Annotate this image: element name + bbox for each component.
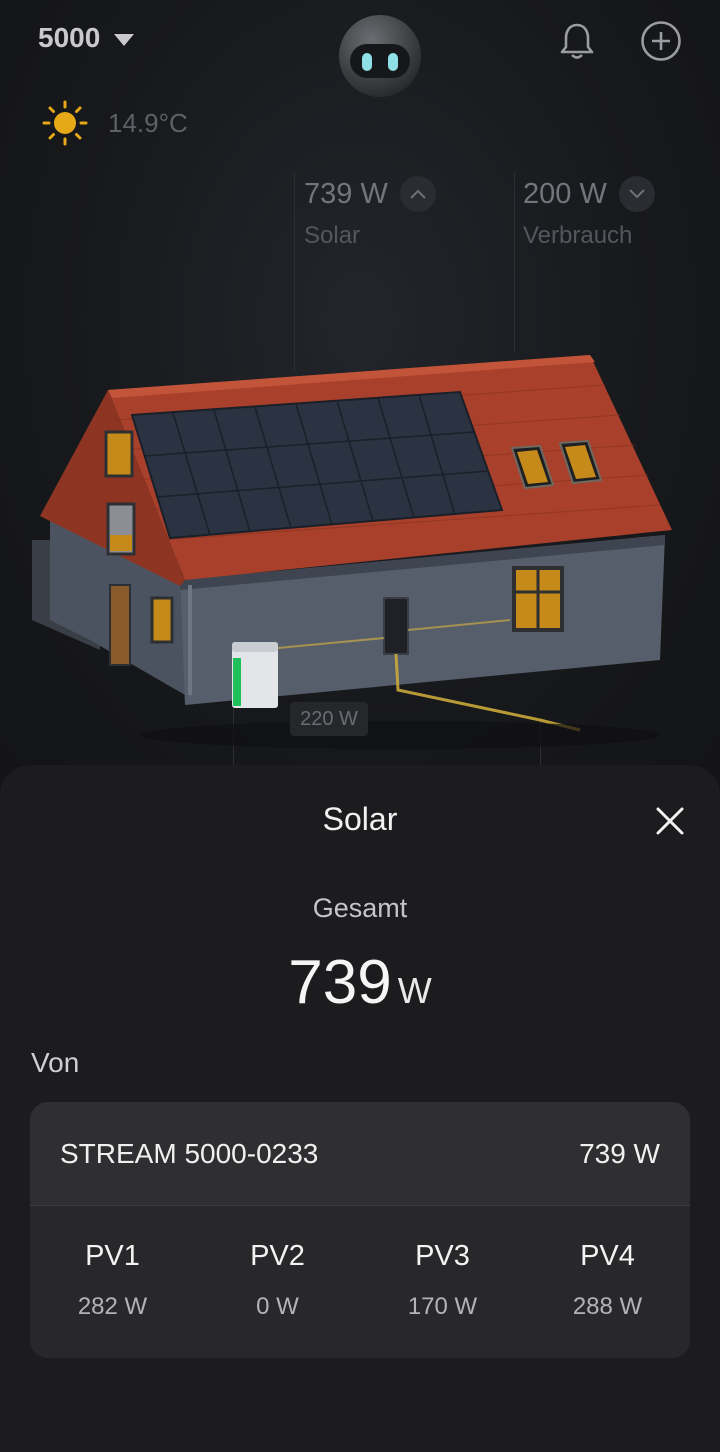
chevron-down-icon — [618, 176, 655, 212]
device-selector[interactable]: 5000 — [38, 22, 135, 54]
weather-widget: 14.9°C — [42, 100, 188, 146]
solar-detail-sheet: Solar Gesamt 739 W Von STREAM 5000-0233 7… — [0, 765, 720, 1452]
pv-input: PV4 288 W — [548, 1240, 668, 1321]
robot-avatar[interactable] — [338, 14, 422, 98]
temperature: 14.9°C — [108, 107, 188, 138]
total-unit: W — [397, 970, 432, 1011]
pv-inputs: PV1 282 W PV2 0 W PV3 170 W PV4 288 W — [30, 1206, 690, 1321]
device-card-power: 739 W — [579, 1137, 660, 1169]
pv-input: PV2 0 W — [218, 1240, 338, 1321]
from-label: Von — [31, 1047, 80, 1078]
total-power: 739 W — [0, 947, 720, 1018]
pv-value: 0 W — [256, 1293, 299, 1320]
pv-value: 282 W — [77, 1293, 148, 1320]
solar-stat[interactable]: 739 W Solar — [304, 176, 436, 250]
device-name: 5000 — [38, 22, 101, 53]
pv-name: PV3 — [415, 1240, 470, 1272]
pv-input: PV1 282 W — [53, 1240, 173, 1321]
grid-power-badge: 220 W — [290, 702, 368, 736]
bell-icon[interactable] — [556, 20, 598, 62]
sheet-title: Solar — [322, 801, 398, 837]
device-card[interactable]: STREAM 5000-0233 739 W PV1 282 W PV2 0 W… — [30, 1102, 690, 1358]
house-illustration — [32, 355, 672, 749]
consumption-label: Verbrauch — [523, 222, 633, 249]
consumption-guide-line — [514, 172, 515, 352]
solar-label: Solar — [304, 222, 361, 249]
solar-value: 739 W — [304, 177, 388, 210]
close-icon[interactable] — [650, 801, 690, 841]
pv-value: 288 W — [572, 1293, 643, 1320]
device-card-header[interactable]: STREAM 5000-0233 739 W — [30, 1102, 690, 1206]
pv-value: 170 W — [407, 1293, 478, 1320]
total-value: 739 — [288, 948, 392, 1017]
consumption-value: 200 W — [523, 177, 607, 210]
pv-input: PV3 170 W — [383, 1240, 503, 1321]
pv-name: PV4 — [580, 1240, 635, 1272]
device-card-name: STREAM 5000-0233 — [60, 1137, 319, 1169]
caret-down-icon — [114, 34, 135, 46]
consumption-stat[interactable]: 200 W Verbrauch — [523, 176, 655, 250]
plus-circle-icon[interactable] — [640, 20, 682, 62]
pv-name: PV2 — [250, 1240, 305, 1272]
sun-icon — [42, 100, 88, 146]
chevron-up-icon — [399, 176, 436, 212]
total-label: Gesamt — [312, 893, 408, 923]
pv-name: PV1 — [85, 1240, 140, 1272]
